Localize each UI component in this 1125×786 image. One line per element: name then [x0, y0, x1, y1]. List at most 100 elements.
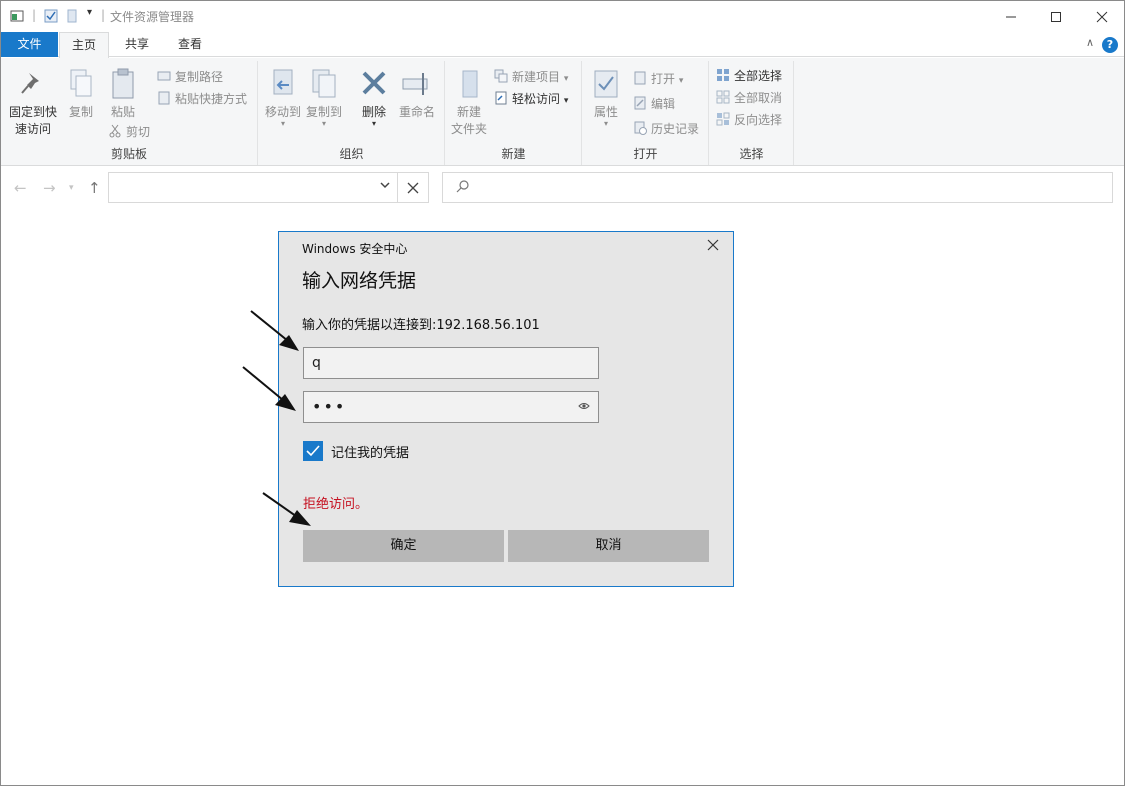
select-none-label: 全部取消 [734, 91, 783, 105]
select-all-button[interactable]: 全部选择 [716, 66, 782, 86]
collapse-ribbon-icon[interactable]: ∧ [1086, 36, 1094, 49]
select-none-icon [716, 90, 730, 104]
invert-selection-icon [716, 112, 730, 126]
window-title: 文件资源管理器 [110, 10, 195, 24]
cut-button[interactable]: 剪切 [108, 122, 150, 142]
organize-group-label: 组织 [339, 147, 364, 161]
copy-button[interactable]: 复制 [63, 67, 99, 121]
tab-view[interactable]: 查看 [166, 32, 214, 57]
invert-selection-label: 反向选择 [734, 113, 783, 127]
history-button[interactable]: 历史记录 [633, 119, 699, 139]
pin-icon [21, 73, 39, 94]
close-icon [1096, 11, 1108, 22]
file-explorer-window: | ▾ | 文件资源管理器 文件 主页 共享 查看 ∧ ? 固定到快 速访问 复… [0, 0, 1125, 786]
easy-access-icon [495, 91, 507, 105]
rename-icon [402, 73, 428, 95]
clipboard-group: 固定到快 速访问 复制 粘贴 复制路径 粘贴快捷方式 剪切 剪贴板 [1, 61, 258, 165]
move-to-button[interactable]: 移动到 ▾ [263, 67, 303, 128]
rename-button[interactable]: 重命名 [395, 67, 439, 121]
ribbon: 固定到快 速访问 复制 粘贴 复制路径 粘贴快捷方式 剪切 剪贴板 移动到 ▾ … [1, 58, 1124, 166]
delete-x-icon [362, 71, 386, 95]
username-field[interactable]: q [303, 347, 599, 379]
dialog-title: 输入网络凭据 [302, 270, 417, 292]
navigation-bar: ← → ▾ ↑ [1, 167, 1124, 209]
paste-button[interactable]: 粘贴 [105, 67, 141, 121]
copy-path-button[interactable]: 复制路径 [157, 67, 223, 87]
pin-label-line1: 固定到快 [8, 105, 57, 119]
title-separator: | [101, 8, 106, 22]
select-all-icon [717, 69, 729, 81]
minimize-button[interactable] [988, 1, 1034, 32]
open-button[interactable]: 打开 ▾ [633, 69, 683, 89]
ribbon-tab-bar: 文件 主页 共享 查看 ∧ ? [1, 32, 1124, 58]
tab-home[interactable]: 主页 [59, 32, 110, 58]
close-icon [407, 182, 419, 194]
title-bar: | ▾ | 文件资源管理器 [1, 1, 1124, 32]
copy-label: 复制 [68, 105, 93, 119]
stop-loading-button[interactable] [398, 172, 429, 203]
back-arrow-icon[interactable]: ← [14, 179, 27, 197]
edit-button[interactable]: 编辑 [633, 94, 675, 114]
copy-to-icon [312, 69, 336, 98]
select-group: 全部选择 全部取消 反向选择 选择 [710, 61, 794, 165]
remember-credentials-label[interactable]: 记住我的凭据 [331, 442, 409, 461]
password-field[interactable]: ••• [303, 391, 599, 423]
minimize-icon [1006, 16, 1016, 17]
invert-selection-button[interactable]: 反向选择 [716, 110, 782, 130]
paste-icon [112, 68, 134, 99]
select-none-button[interactable]: 全部取消 [716, 88, 782, 108]
new-item-button[interactable]: 新建项目 ▾ [494, 67, 568, 87]
properties-dropdown-icon: ▾ [603, 119, 608, 128]
maximize-button[interactable] [1033, 1, 1079, 32]
history-label: 历史记录 [651, 122, 700, 136]
up-arrow-icon[interactable]: ↑ [88, 179, 101, 197]
reveal-password-icon[interactable] [578, 401, 590, 411]
dialog-description: 输入你的凭据以连接到:192.168.56.101 [302, 318, 540, 333]
delete-dropdown-icon: ▾ [371, 119, 376, 128]
open-label: 打开 [651, 72, 676, 86]
copy-to-dropdown-icon: ▾ [321, 119, 326, 128]
explorer-app-icon[interactable] [10, 9, 24, 23]
pin-label-line2: 速访问 [14, 122, 51, 136]
dialog-app-name: Windows 安全中心 [302, 242, 408, 256]
ok-button[interactable]: 确定 [303, 530, 504, 562]
scissors-icon [109, 124, 121, 138]
chevron-down-icon[interactable] [379, 179, 391, 191]
paste-shortcut-button[interactable]: 粘贴快捷方式 [157, 89, 247, 109]
pin-to-quick-access-button[interactable]: 固定到快 速访问 [7, 67, 59, 138]
copy-to-button[interactable]: 复制到 ▾ [303, 67, 345, 128]
new-folder-quick-icon[interactable] [65, 9, 79, 23]
search-input[interactable] [442, 172, 1113, 203]
select-all-label: 全部选择 [734, 69, 783, 83]
edit-icon [634, 96, 646, 110]
easy-access-dropdown-icon: ▾ [563, 96, 569, 106]
properties-button[interactable]: 属性 ▾ [589, 67, 623, 128]
copy-icon [70, 69, 92, 97]
select-group-label: 选择 [739, 147, 764, 161]
paste-shortcut-icon [158, 91, 170, 105]
easy-access-button[interactable]: 轻松访问 ▾ [494, 89, 568, 109]
password-arrow-icon [242, 366, 296, 411]
delete-button[interactable]: 删除 ▾ [357, 67, 391, 128]
move-to-dropdown-icon: ▾ [280, 119, 285, 128]
close-window-button[interactable] [1079, 1, 1125, 32]
easy-access-label: 轻松访问 [512, 92, 561, 106]
customize-quick-access-icon[interactable]: ▾ [87, 7, 92, 18]
move-to-icon [273, 69, 293, 95]
new-group-label: 新建 [501, 147, 526, 161]
tab-share[interactable]: 共享 [113, 32, 161, 57]
properties-icon [594, 70, 618, 98]
recent-locations-icon[interactable]: ▾ [69, 183, 74, 193]
rename-label: 重命名 [398, 105, 435, 119]
tab-file[interactable]: 文件 [1, 32, 58, 57]
open-dropdown-icon: ▾ [678, 76, 684, 86]
address-input[interactable] [108, 172, 398, 203]
forward-arrow-icon[interactable]: → [43, 179, 56, 197]
new-item-label: 新建项目 [512, 70, 561, 84]
properties-quick-icon[interactable] [44, 9, 58, 23]
copy-path-icon [157, 71, 171, 81]
cancel-button[interactable]: 取消 [508, 530, 709, 562]
dialog-close-icon[interactable] [707, 239, 719, 251]
help-icon[interactable]: ? [1102, 37, 1118, 53]
new-folder-button[interactable]: 新建 文件夹 [448, 67, 490, 138]
